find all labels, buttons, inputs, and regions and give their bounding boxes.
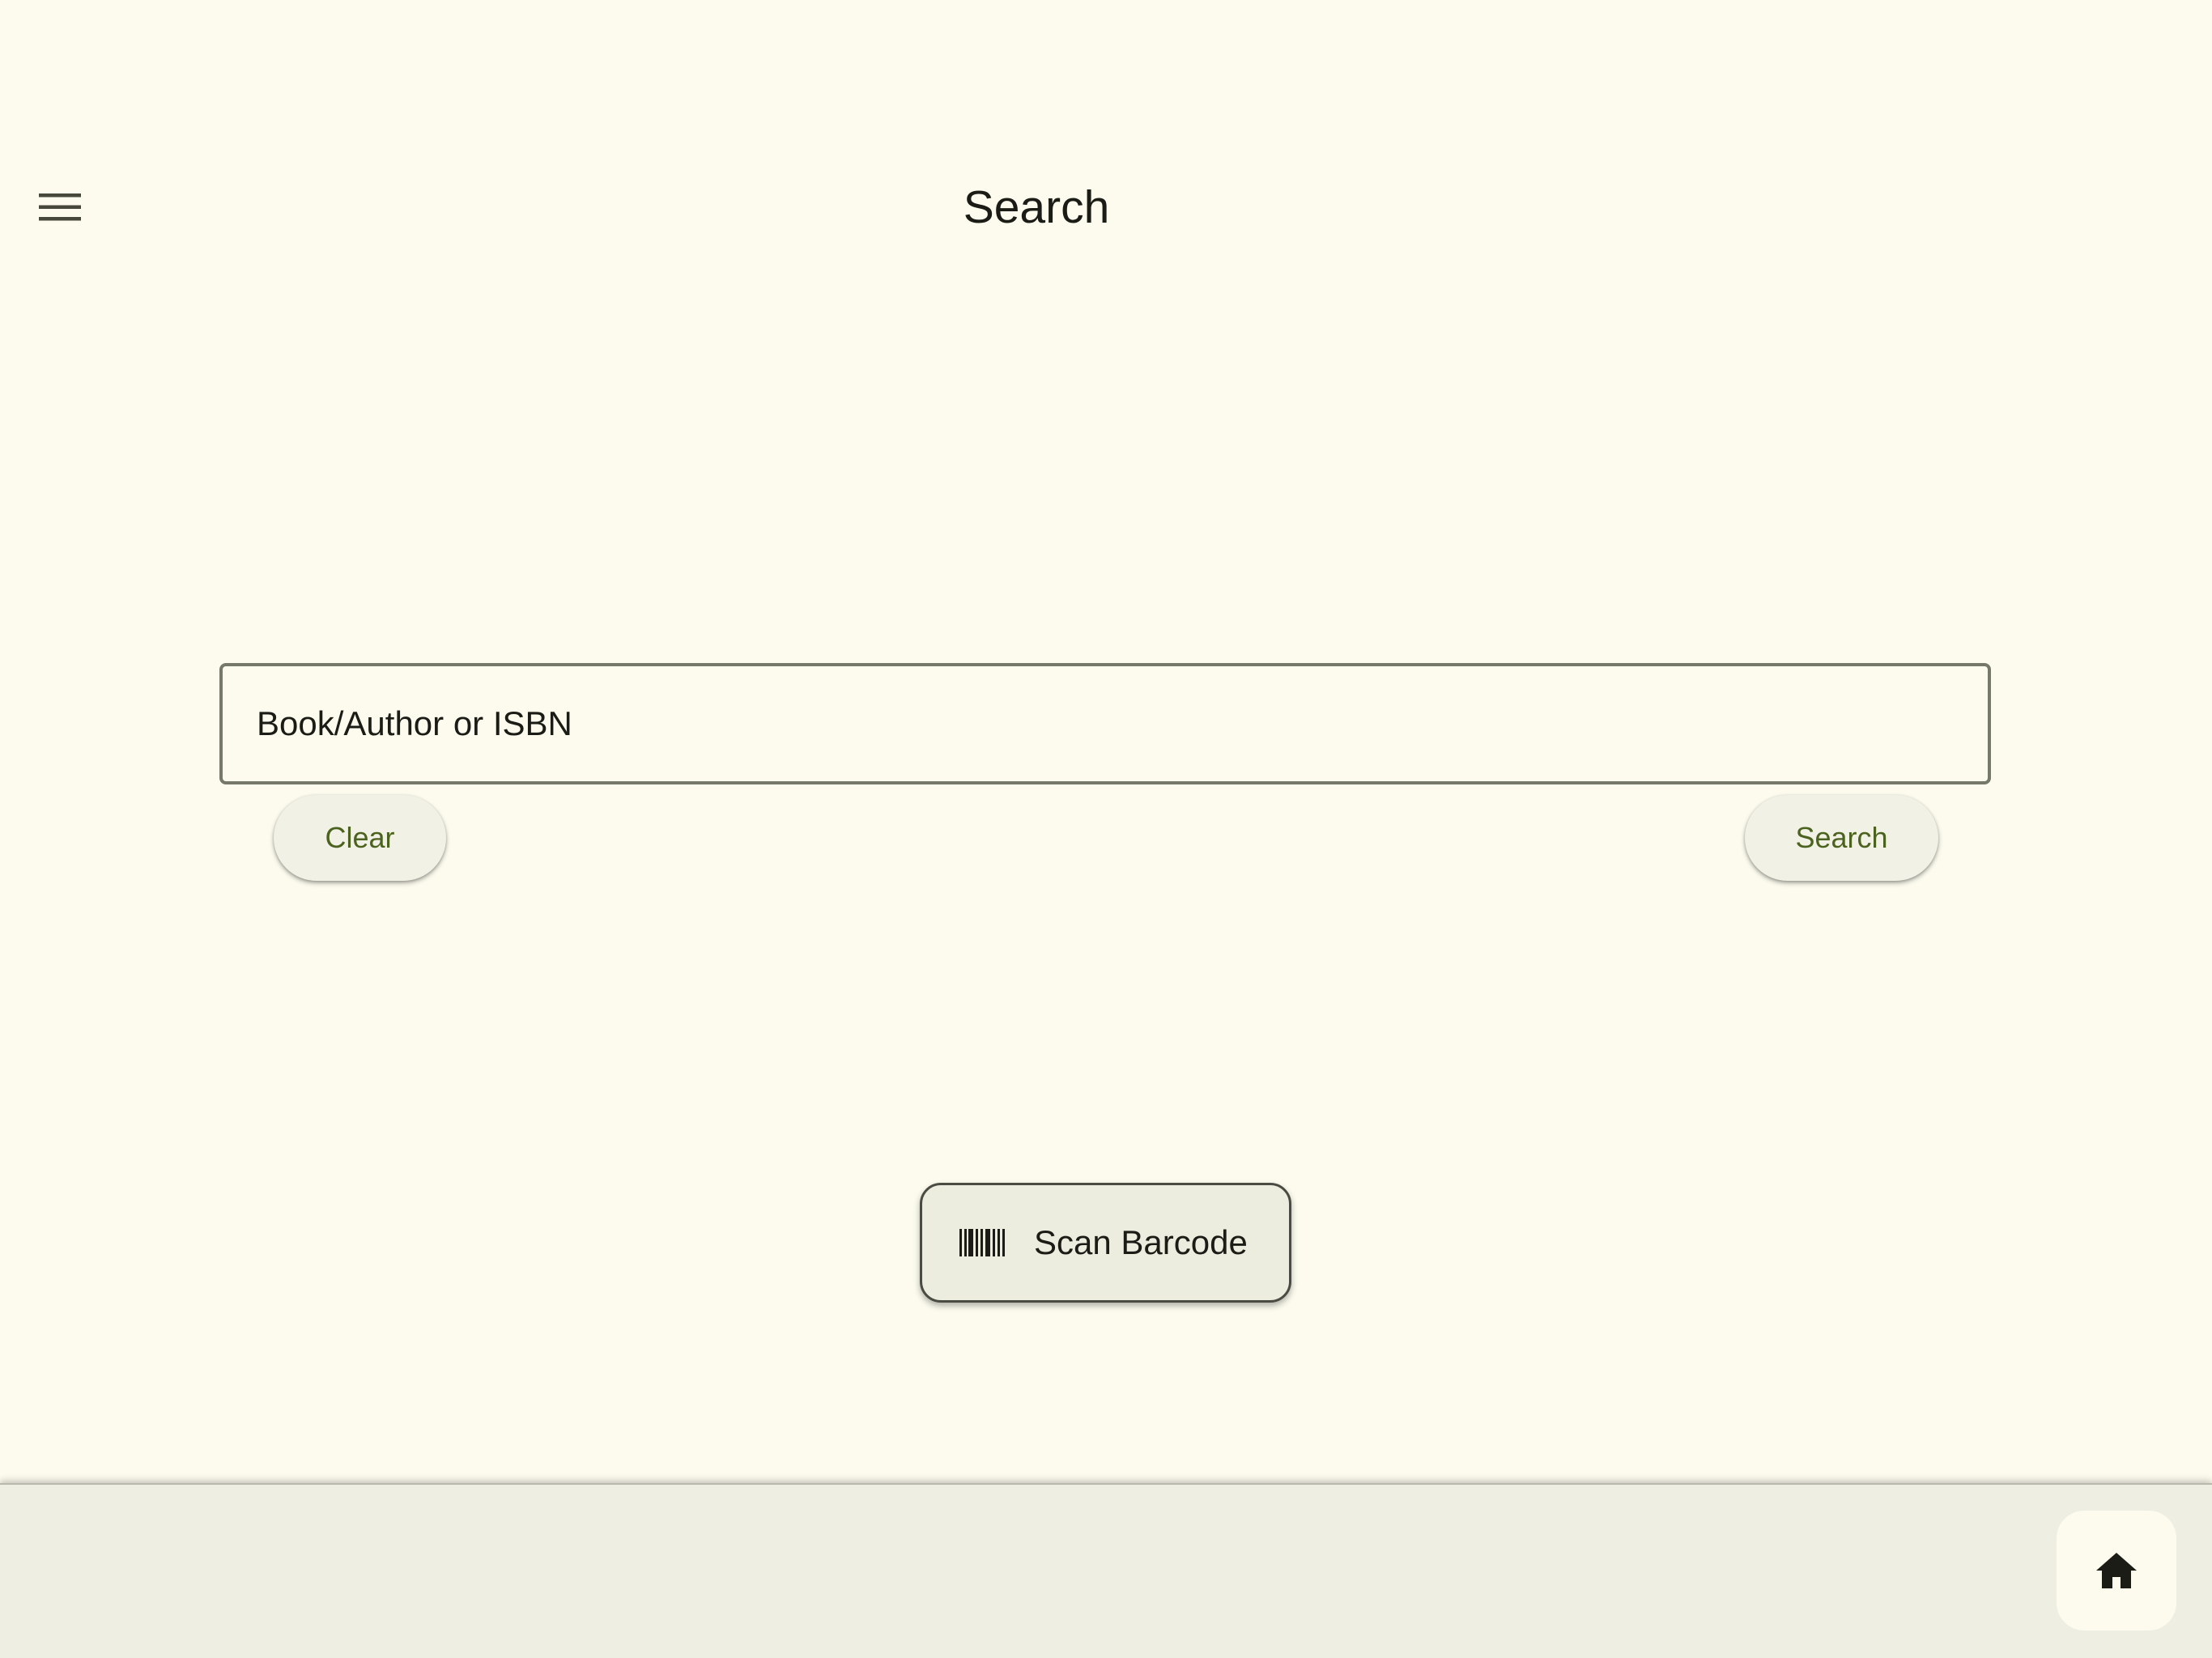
- search-button-label: Search: [1795, 821, 1888, 854]
- search-field[interactable]: [219, 663, 1991, 784]
- bottom-bar: [0, 1483, 2212, 1658]
- barcode-icon: [959, 1229, 1005, 1256]
- search-screen: Search Clear Search Scan Barcode: [0, 0, 2212, 1658]
- top-app-bar: Search: [0, 138, 2212, 277]
- scan-barcode-label: Scan Barcode: [1034, 1223, 1248, 1261]
- home-button[interactable]: [2057, 1511, 2176, 1630]
- page-title: Search: [963, 181, 1110, 233]
- scan-barcode-button[interactable]: Scan Barcode: [920, 1183, 1291, 1303]
- clear-button-label: Clear: [325, 821, 395, 854]
- search-input[interactable]: [257, 666, 1941, 781]
- home-icon: [2096, 1553, 2137, 1588]
- clear-button[interactable]: Clear: [274, 795, 446, 881]
- search-button[interactable]: Search: [1745, 795, 1938, 881]
